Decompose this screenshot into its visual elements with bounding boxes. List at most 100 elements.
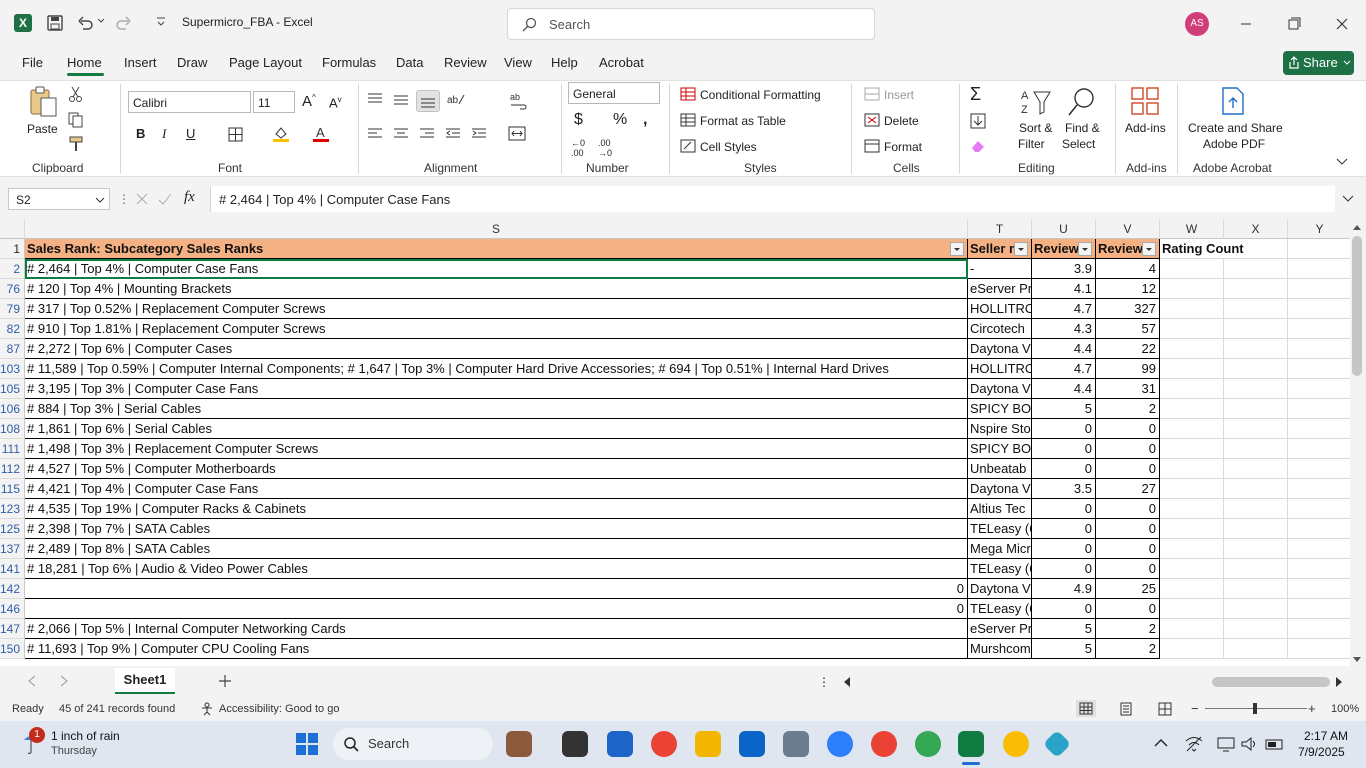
widgets-app-icon[interactable] — [506, 731, 532, 757]
find-select-label-2[interactable]: Select — [1062, 137, 1095, 151]
zoom-in-icon[interactable]: + — [1308, 701, 1316, 716]
row-header[interactable]: 1 — [0, 239, 25, 259]
empty-cell[interactable] — [1288, 239, 1350, 259]
borders-icon[interactable] — [228, 127, 243, 142]
empty-cell[interactable] — [1224, 439, 1288, 459]
status-accessibility[interactable]: Accessibility: Good to go — [219, 703, 339, 715]
cell-styles-button[interactable]: Cell Styles — [700, 140, 757, 154]
empty-cell[interactable] — [1224, 579, 1288, 599]
menu-help[interactable]: Help — [551, 55, 578, 70]
cell-t[interactable]: TELeasy (6 — [968, 559, 1032, 579]
cell-u[interactable]: 0 — [1032, 499, 1096, 519]
cell-v[interactable]: 22 — [1096, 339, 1160, 359]
filter-dropdown-icon[interactable] — [1078, 242, 1092, 256]
cell-u[interactable]: 5 — [1032, 399, 1096, 419]
empty-cell[interactable] — [1288, 359, 1350, 379]
cell-s[interactable]: 0 — [25, 579, 968, 599]
empty-cell[interactable] — [1288, 639, 1350, 659]
cell-t[interactable]: SPICY BON — [968, 399, 1032, 419]
sort-filter-label[interactable]: Sort & — [1019, 121, 1052, 135]
empty-cell[interactable] — [1288, 379, 1350, 399]
column-header-u[interactable]: U — [1032, 219, 1096, 239]
scroll-right-icon[interactable] — [1334, 676, 1344, 688]
save-icon[interactable] — [46, 14, 64, 32]
empty-cell[interactable] — [1160, 339, 1224, 359]
row-header[interactable]: 79 — [0, 299, 25, 319]
cell-u[interactable]: 4.9 — [1032, 579, 1096, 599]
menu-draw[interactable]: Draw — [177, 55, 207, 70]
align-right-icon[interactable] — [419, 127, 435, 141]
cell-v[interactable]: 57 — [1096, 319, 1160, 339]
cell-s[interactable]: 0 — [25, 599, 968, 619]
menu-review[interactable]: Review — [444, 55, 487, 70]
cell-u[interactable]: 4.1 — [1032, 279, 1096, 299]
cell-s[interactable]: # 2,489 | Top 8% | SATA Cables — [25, 539, 968, 559]
empty-cell[interactable] — [1224, 539, 1288, 559]
empty-cell[interactable] — [1160, 439, 1224, 459]
zoom-app-icon[interactable] — [827, 731, 853, 757]
cell-s[interactable]: # 11,589 | Top 0.59% | Computer Internal… — [25, 359, 968, 379]
cell-u[interactable]: 3.5 — [1032, 479, 1096, 499]
spreadsheet-grid[interactable]: S T U V W X Y 1 Sales Rank: Subcategory … — [0, 219, 1350, 666]
autosum-icon[interactable]: Σ — [970, 84, 981, 105]
empty-cell[interactable] — [1160, 459, 1224, 479]
cell-t[interactable]: HOLLITRO — [968, 299, 1032, 319]
empty-cell[interactable] — [1160, 399, 1224, 419]
empty-cell[interactable] — [1288, 559, 1350, 579]
header-cell-u[interactable]: Review — [1032, 239, 1096, 259]
normal-view-icon[interactable] — [1076, 700, 1096, 717]
empty-cell[interactable] — [1160, 299, 1224, 319]
cell-u[interactable]: 5 — [1032, 639, 1096, 659]
empty-cell[interactable] — [1160, 379, 1224, 399]
column-header-x[interactable]: X — [1224, 219, 1288, 239]
row-header[interactable]: 146 — [0, 599, 25, 619]
sheet-tab[interactable]: Sheet1 — [115, 668, 175, 694]
cell-u[interactable]: 4.4 — [1032, 339, 1096, 359]
cancel-edit-icon[interactable] — [135, 192, 149, 206]
underline-icon[interactable]: U — [186, 126, 195, 141]
empty-cell[interactable] — [1288, 399, 1350, 419]
scroll-up-icon[interactable] — [1352, 223, 1362, 231]
filter-dropdown-icon[interactable] — [1014, 242, 1028, 256]
empty-cell[interactable] — [1224, 599, 1288, 619]
network-off-icon[interactable] — [1185, 736, 1203, 752]
format-as-table-button[interactable]: Format as Table — [700, 114, 786, 128]
empty-cell[interactable] — [1224, 419, 1288, 439]
share-button[interactable]: Share — [1283, 51, 1354, 75]
empty-cell[interactable] — [1224, 339, 1288, 359]
merge-center-icon[interactable] — [508, 126, 526, 142]
start-icon[interactable] — [295, 732, 319, 756]
fill-icon[interactable] — [970, 113, 986, 129]
comma-style-icon[interactable]: , — [643, 111, 647, 129]
menu-page-layout[interactable]: Page Layout — [229, 55, 302, 70]
align-left-icon[interactable] — [367, 127, 383, 141]
battery-icon[interactable] — [1265, 736, 1285, 752]
paste-icon[interactable] — [28, 86, 58, 118]
font-name-select[interactable]: Calibri — [128, 91, 251, 113]
percent-icon[interactable]: % — [613, 111, 627, 129]
format-cells-button[interactable]: Format — [884, 140, 922, 154]
cell-t[interactable]: Circotech — [968, 319, 1032, 339]
italic-icon[interactable]: I — [162, 126, 166, 142]
decrease-decimal-icon[interactable]: .00 →0 — [598, 138, 612, 158]
empty-cell[interactable] — [1160, 319, 1224, 339]
empty-cell[interactable] — [1160, 599, 1224, 619]
customize-qat-icon[interactable] — [156, 16, 166, 28]
cell-t[interactable]: Mega Micr — [968, 539, 1032, 559]
cell-t[interactable]: eServer Pr — [968, 279, 1032, 299]
cell-t[interactable]: Unbeatab — [968, 459, 1032, 479]
cell-t[interactable]: SPICY BON — [968, 439, 1032, 459]
insert-cells-button[interactable]: Insert — [884, 88, 914, 102]
align-top-icon[interactable] — [367, 92, 383, 106]
cell-u[interactable]: 4.7 — [1032, 299, 1096, 319]
minimize-icon[interactable] — [1236, 14, 1256, 34]
increase-indent-icon[interactable] — [471, 127, 487, 141]
wrap-text-icon[interactable]: ab — [510, 92, 528, 110]
empty-cell[interactable] — [1288, 419, 1350, 439]
cell-t[interactable]: Daytona V — [968, 339, 1032, 359]
increase-font-icon[interactable]: A^ — [302, 93, 316, 110]
menu-acrobat[interactable]: Acrobat — [599, 55, 644, 70]
show-hidden-icons[interactable] — [1154, 738, 1168, 748]
copy-icon[interactable] — [68, 112, 84, 128]
format-cells-icon[interactable] — [864, 139, 880, 153]
